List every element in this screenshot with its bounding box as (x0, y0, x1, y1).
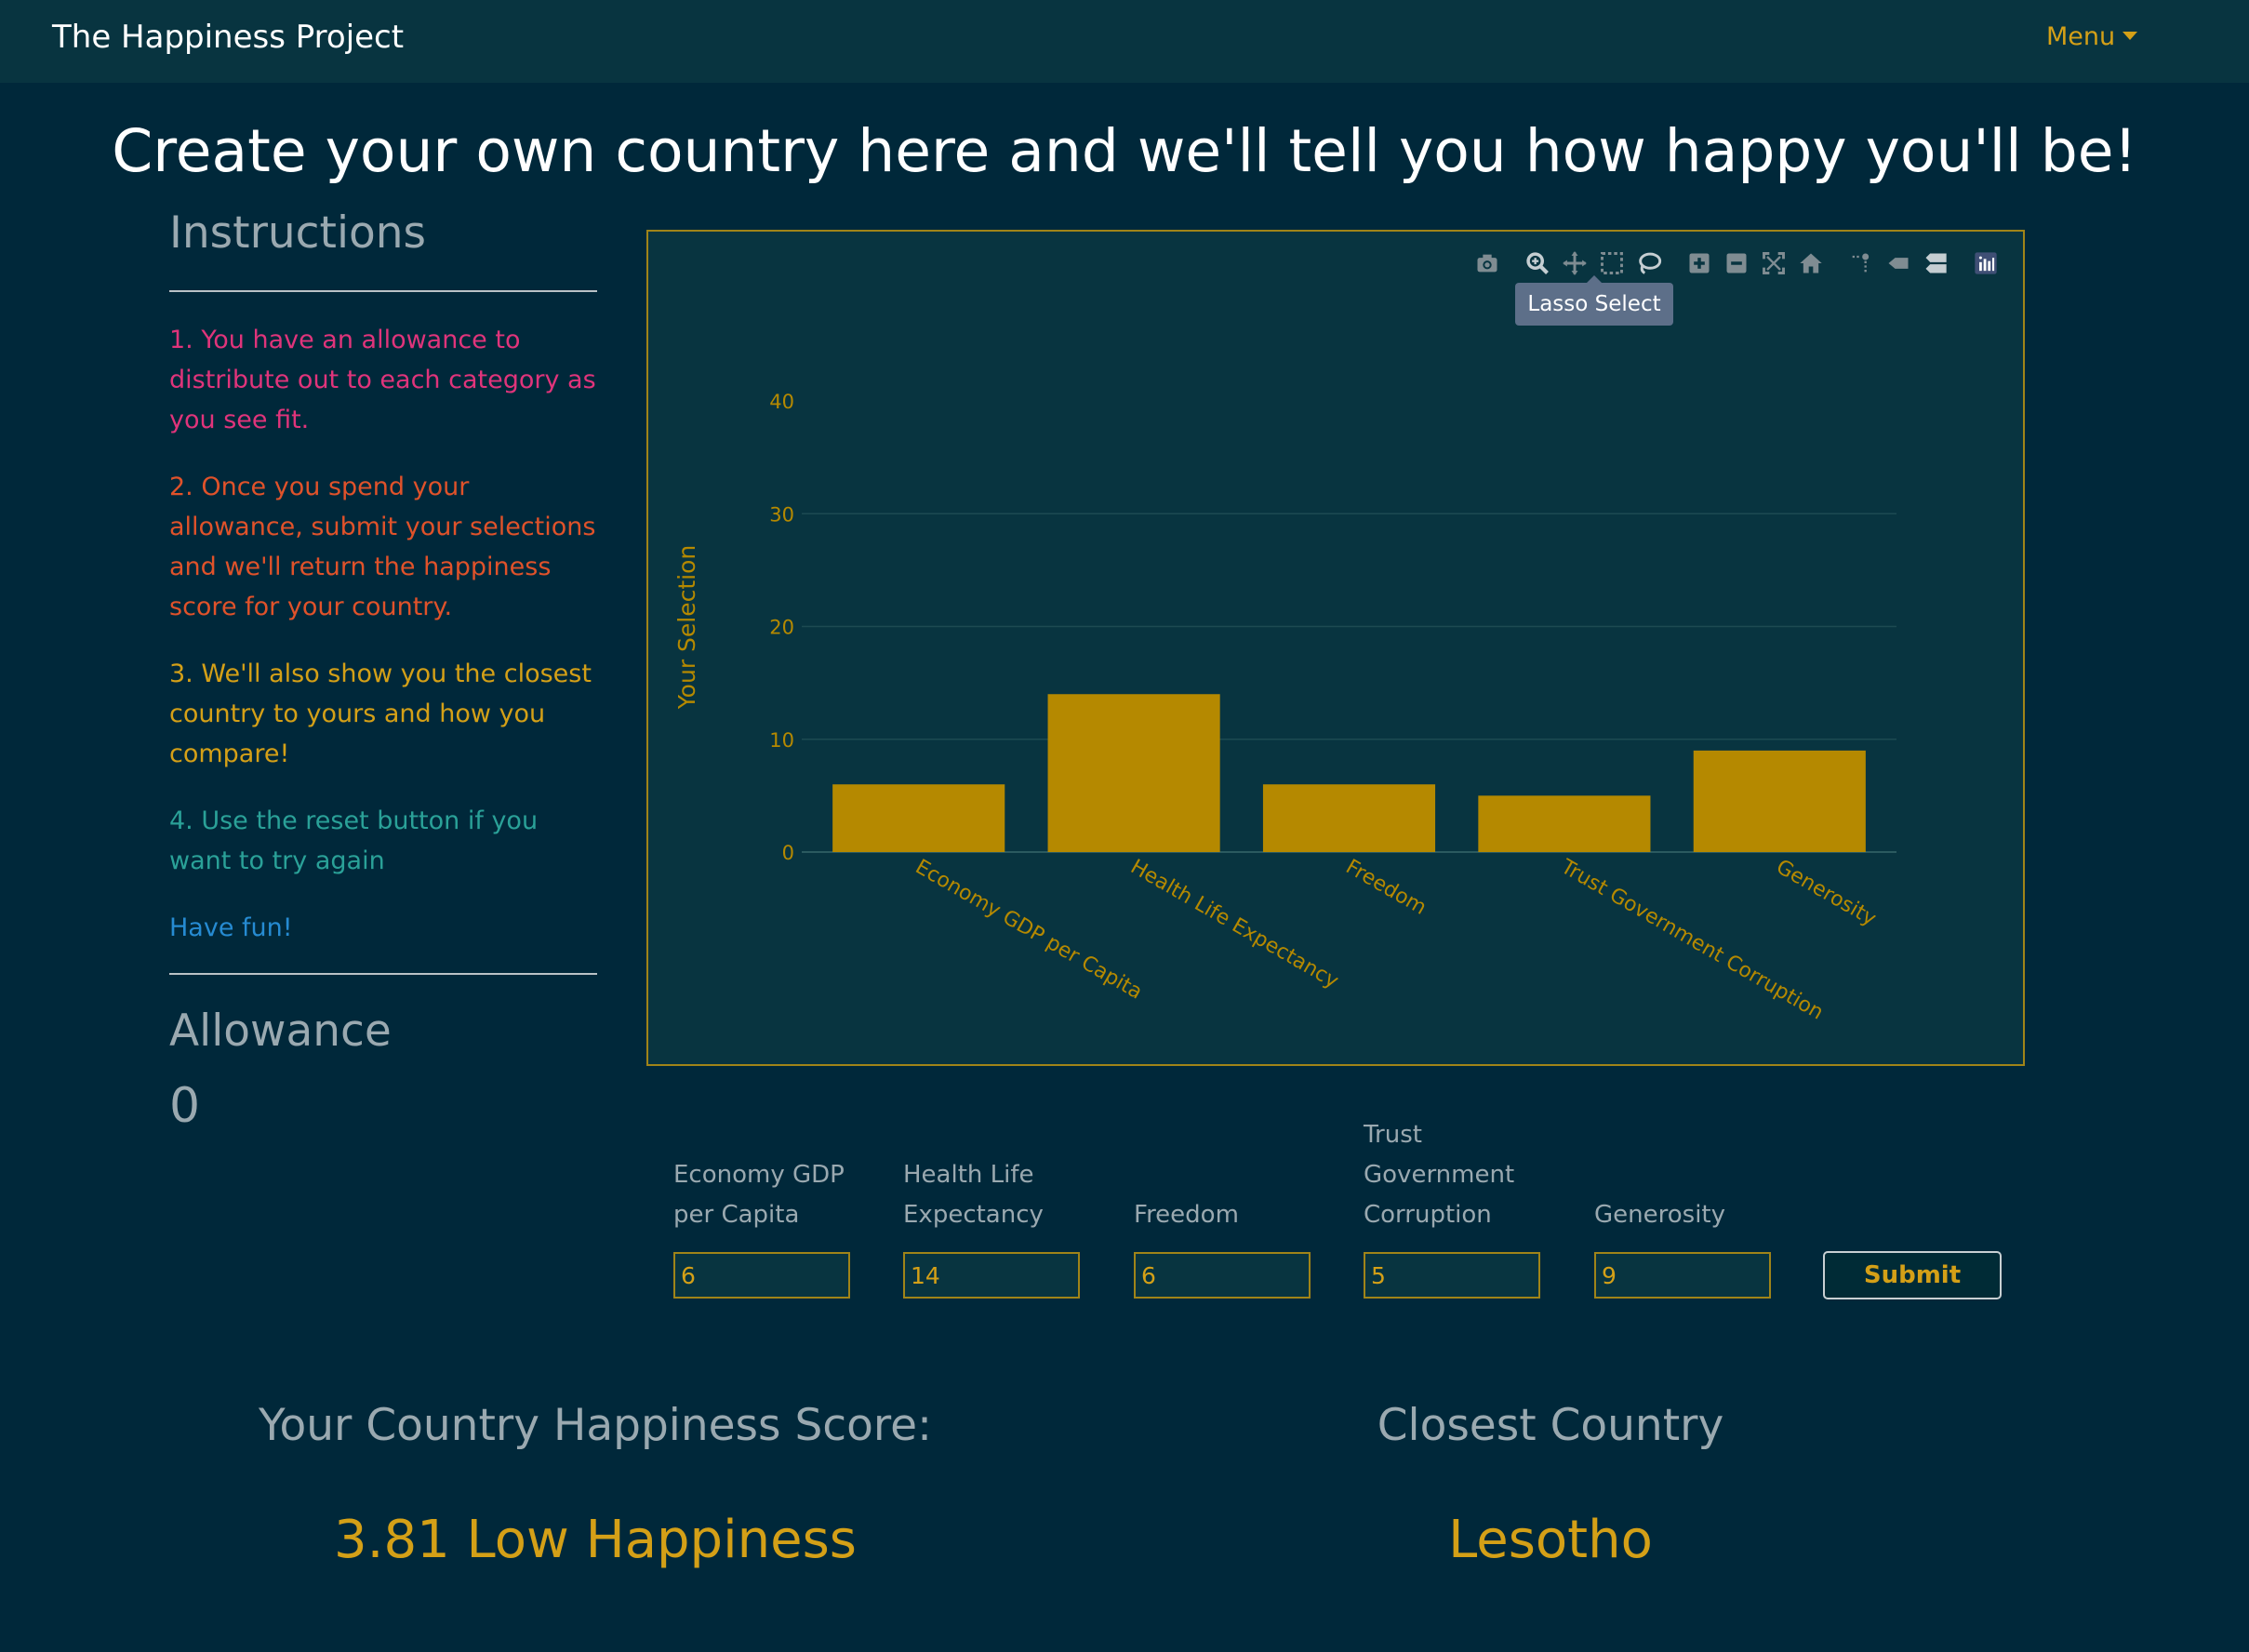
y-tick-label: 20 (769, 617, 794, 639)
bar[interactable] (1262, 784, 1436, 852)
x-tick-label: Generosity (1772, 856, 1880, 931)
autoscale-icon[interactable] (1755, 246, 1792, 280)
zoom-icon[interactable] (1519, 246, 1556, 280)
bar-chart: 0 10 20 30 40 Economy GDP per CapitaHealth L… (673, 391, 1896, 1025)
instruction-item: 4. Use the reset button if you want to t… (169, 806, 539, 875)
instruction-item: 3. We'll also show you the closest count… (169, 659, 592, 768)
x-tick-label: Freedom (1342, 856, 1431, 920)
bar[interactable] (1047, 694, 1220, 852)
instruction-item: 1. You have an allowance to distribute o… (169, 326, 596, 434)
field-group-health: Health Life Expectancy (903, 1077, 1089, 1300)
reset-axes-icon[interactable] (1792, 246, 1830, 280)
chart-modebar (1469, 246, 2004, 280)
field-group-freedom: Freedom (1134, 1077, 1320, 1300)
generosity-input[interactable] (1594, 1252, 1771, 1299)
bar[interactable] (1693, 750, 1866, 852)
score-heading: Your Country Happiness Score: (259, 1400, 932, 1451)
allowance-heading: Allowance (169, 1006, 392, 1057)
freedom-input[interactable] (1134, 1252, 1311, 1299)
health-input[interactable] (903, 1252, 1080, 1299)
bar[interactable] (1478, 795, 1651, 852)
menu-dropdown-toggle[interactable]: Menu (2046, 19, 2138, 56)
plotly-logo-icon[interactable] (1967, 246, 2004, 280)
camera-icon[interactable] (1469, 246, 1506, 280)
sidebar: Instructions 1. You have an allowance to… (169, 201, 597, 1139)
y-tick-label: 10 (769, 729, 794, 752)
divider (169, 973, 597, 975)
instruction-item: 2. Once you spend your allowance, submit… (169, 473, 596, 621)
spike-lines-icon[interactable] (1843, 246, 1880, 280)
field-label: Freedom (1134, 1201, 1239, 1229)
closest-country-heading: Closest Country (1377, 1400, 1724, 1451)
divider (169, 290, 597, 292)
lasso-select-icon[interactable] (1630, 246, 1668, 280)
trust-input[interactable] (1364, 1252, 1540, 1299)
hover-compare-icon[interactable] (1917, 246, 1954, 280)
caret-down-icon (2123, 31, 2138, 40)
field-group-economy: Economy GDP per Capita (673, 1077, 859, 1300)
modebar-tooltip: Lasso Select (1515, 275, 1673, 326)
page-title: Create your own country here and we'll t… (112, 117, 2137, 185)
y-tick-label: 40 (769, 391, 794, 413)
field-label: Trust Government Corruption (1364, 1121, 1515, 1229)
closest-country-value: Lesotho (1448, 1510, 1653, 1570)
navbar: The Happiness Project Menu (0, 0, 2249, 83)
instruction-item: Have fun! (169, 913, 293, 942)
menu-label: Menu (2046, 22, 2116, 51)
economy-input[interactable] (673, 1252, 850, 1299)
x-tick-label: Economy GDP per Capita (912, 856, 1146, 1005)
allowance-value: 0 (169, 1078, 201, 1134)
chart-panel: 0 10 20 30 40 Economy GDP per Capita Health L… (646, 230, 2025, 1066)
instructions-list: 1. You have an allowance to distribute o… (169, 320, 597, 948)
field-group-generosity: Generosity (1594, 1077, 1780, 1300)
happiness-score: 3.81 Low Happiness (334, 1510, 857, 1570)
field-label: Economy GDP per Capita (673, 1161, 845, 1229)
field-label: Generosity (1594, 1201, 1725, 1229)
zoom-out-icon[interactable] (1718, 246, 1755, 280)
bar[interactable] (832, 784, 1005, 852)
y-axis-label: Your Selection (673, 545, 700, 711)
x-tick-label: Health Life Expectancy (1126, 856, 1342, 993)
submit-button[interactable]: Submit (1823, 1251, 2002, 1299)
instructions-heading: Instructions (169, 207, 427, 259)
field-label: Health Life Expectancy (903, 1161, 1044, 1229)
field-group-trust: Trust Government Corruption (1364, 1077, 1550, 1300)
y-tick-label: 30 (769, 503, 794, 526)
zoom-in-icon[interactable] (1681, 246, 1718, 280)
navbar-brand[interactable]: The Happiness Project (52, 15, 404, 60)
y-tick-label: 0 (782, 842, 794, 864)
hover-closest-icon[interactable] (1880, 246, 1917, 280)
